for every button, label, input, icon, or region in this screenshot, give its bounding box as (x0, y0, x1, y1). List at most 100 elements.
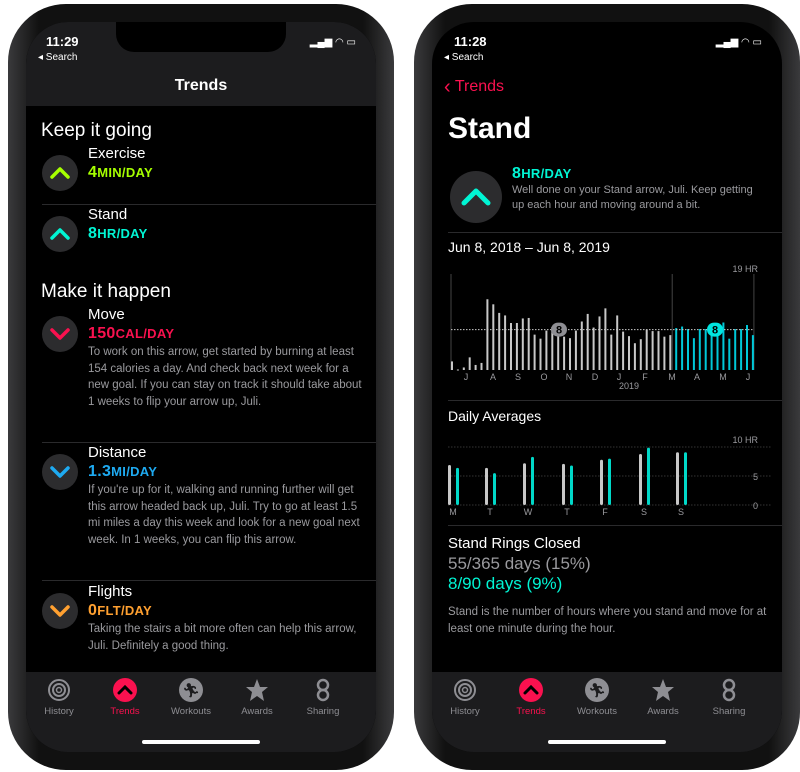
week-bar (486, 299, 489, 370)
daily-bar-recent (493, 473, 496, 505)
rings-closed-90-days: 8/90 days (9%) (448, 574, 563, 593)
tab-workouts[interactable]: 🏃︎ Workouts (567, 678, 627, 717)
trend-description: If you're up for it, walking and running… (88, 484, 360, 546)
section-make-it-happen: Make it happen (41, 281, 171, 302)
month-label: J (464, 372, 469, 382)
tab-history[interactable]: History (29, 678, 89, 717)
y-tick-label: 5 (753, 472, 758, 482)
week-bar (604, 308, 607, 370)
tab-awards[interactable]: Awards (633, 678, 693, 717)
trend-value: 0FLT/DAY (88, 602, 153, 619)
screen-stand: 11:28 ◂ Search ▂▄▆ ◠ ▭ ‹ Trends Stand 8 H… (432, 22, 782, 752)
tab-label: Trends (516, 706, 546, 717)
back-to-search[interactable]: ◂ Search (38, 52, 77, 63)
awards-star-icon (245, 678, 269, 702)
y-tick-label: 0 (753, 501, 758, 511)
home-indicator (548, 740, 666, 744)
sharing-icon (311, 678, 335, 702)
page-title: Trends (174, 77, 228, 94)
month-label: F (642, 372, 648, 382)
arrow-up-icon (450, 171, 502, 223)
daily-bar-year (562, 463, 565, 505)
screen-trends: 11:29 ◂ Search ▂▄▆ ◠ ▭ Trends Keep it go… (26, 22, 376, 752)
week-bar (456, 369, 459, 371)
page-title: Stand (448, 112, 532, 145)
tab-trends[interactable]: Trends (501, 678, 561, 717)
daily-bar-recent (456, 467, 459, 505)
notch (116, 22, 286, 52)
tab-sharing[interactable]: Sharing (699, 678, 759, 717)
week-bar (492, 304, 495, 370)
back-to-search[interactable]: ◂ Search (444, 52, 483, 63)
week-bar (657, 331, 660, 370)
trend-label: Flights (88, 583, 133, 600)
daily-bar-year (448, 464, 451, 505)
trend-value: 150CAL/DAY (88, 325, 175, 342)
daily-averages-title: Daily Averages (448, 408, 542, 424)
date-range: Jun 8, 2018 – Jun 8, 2019 (448, 239, 610, 255)
week-bar (521, 318, 524, 370)
trend-label: Stand (88, 206, 128, 223)
tab-trends[interactable]: Trends (95, 678, 155, 717)
rings-footer: Stand is the number of hours where you s… (448, 606, 767, 635)
tab-label: Sharing (712, 706, 746, 717)
history-rings-icon (453, 678, 477, 702)
week-bar (533, 334, 536, 370)
week-bar (539, 338, 542, 370)
divider (42, 442, 376, 443)
week-bar (692, 338, 695, 370)
trend-description: Taking the stairs a bit more often can h… (88, 623, 357, 652)
week-bar (698, 329, 701, 370)
status-icons: ▂▄▆ ◠ ▭ (715, 37, 762, 48)
month-label: M (719, 372, 727, 382)
trend-value: 4MIN/DAY (88, 164, 153, 181)
week-bar (498, 312, 501, 370)
week-bar (574, 330, 577, 370)
tab-label: Workouts (171, 706, 211, 717)
status-time: 11:28 (454, 34, 487, 49)
tab-sharing[interactable]: Sharing (293, 678, 353, 717)
week-bar (669, 335, 672, 370)
status-time: 11:29 (46, 34, 79, 49)
y-tick-label: 10 HR (732, 435, 758, 445)
tab-bar: History Trends 🏃︎ Workouts Awards Sharing (26, 672, 376, 752)
back-button[interactable]: ‹ Trends (444, 76, 504, 99)
home-indicator (142, 740, 260, 744)
tab-history[interactable]: History (435, 678, 495, 717)
phone-right: 11:28 ◂ Search ▂▄▆ ◠ ▭ ‹ Trends Stand 8 H… (414, 4, 800, 770)
trend-label: Move (88, 306, 125, 323)
week-bar (580, 321, 583, 370)
tab-bar: History Trends 🏃︎ Workouts Awards Sharing (432, 672, 782, 752)
week-bar (545, 330, 548, 370)
trend-value: 8HR/DAY (88, 225, 148, 242)
daily-bar-recent (684, 452, 687, 505)
rings-closed-title: Stand Rings Closed (448, 535, 581, 552)
daily-averages-chart: 10 HR 5 0 M T W T F S S (448, 435, 772, 517)
workouts-runner-icon: 🏃︎ (179, 678, 203, 702)
week-bar (468, 357, 471, 370)
tab-label: Sharing (306, 706, 340, 717)
week-bar (592, 327, 595, 370)
phone-left: 11:29 ◂ Search ▂▄▆ ◠ ▭ Trends Keep it go… (8, 4, 394, 770)
chevron-left-icon: ‹ (444, 76, 451, 98)
tab-label: Workouts (577, 706, 617, 717)
week-bar (746, 325, 748, 370)
tab-label: History (44, 706, 74, 717)
week-bar (734, 329, 737, 370)
tab-workouts[interactable]: 🏃︎ Workouts (161, 678, 221, 717)
back-label: Trends (454, 78, 505, 95)
week-bar (480, 362, 483, 370)
rings-closed-year: 55/365 days (15%) (448, 554, 591, 573)
week-bar (563, 336, 566, 370)
tab-awards[interactable]: Awards (227, 678, 287, 717)
daily-bar-recent (608, 458, 611, 505)
month-label: S (515, 372, 521, 382)
arrow-up-icon (42, 216, 78, 252)
week-bar (527, 317, 530, 370)
week-bar (462, 367, 465, 370)
recent-average-label: 8 (712, 325, 718, 337)
divider (42, 580, 376, 581)
section-keep-it-going: Keep it going (41, 120, 152, 141)
month-label: O (540, 372, 547, 382)
daily-bar-year (523, 463, 526, 505)
